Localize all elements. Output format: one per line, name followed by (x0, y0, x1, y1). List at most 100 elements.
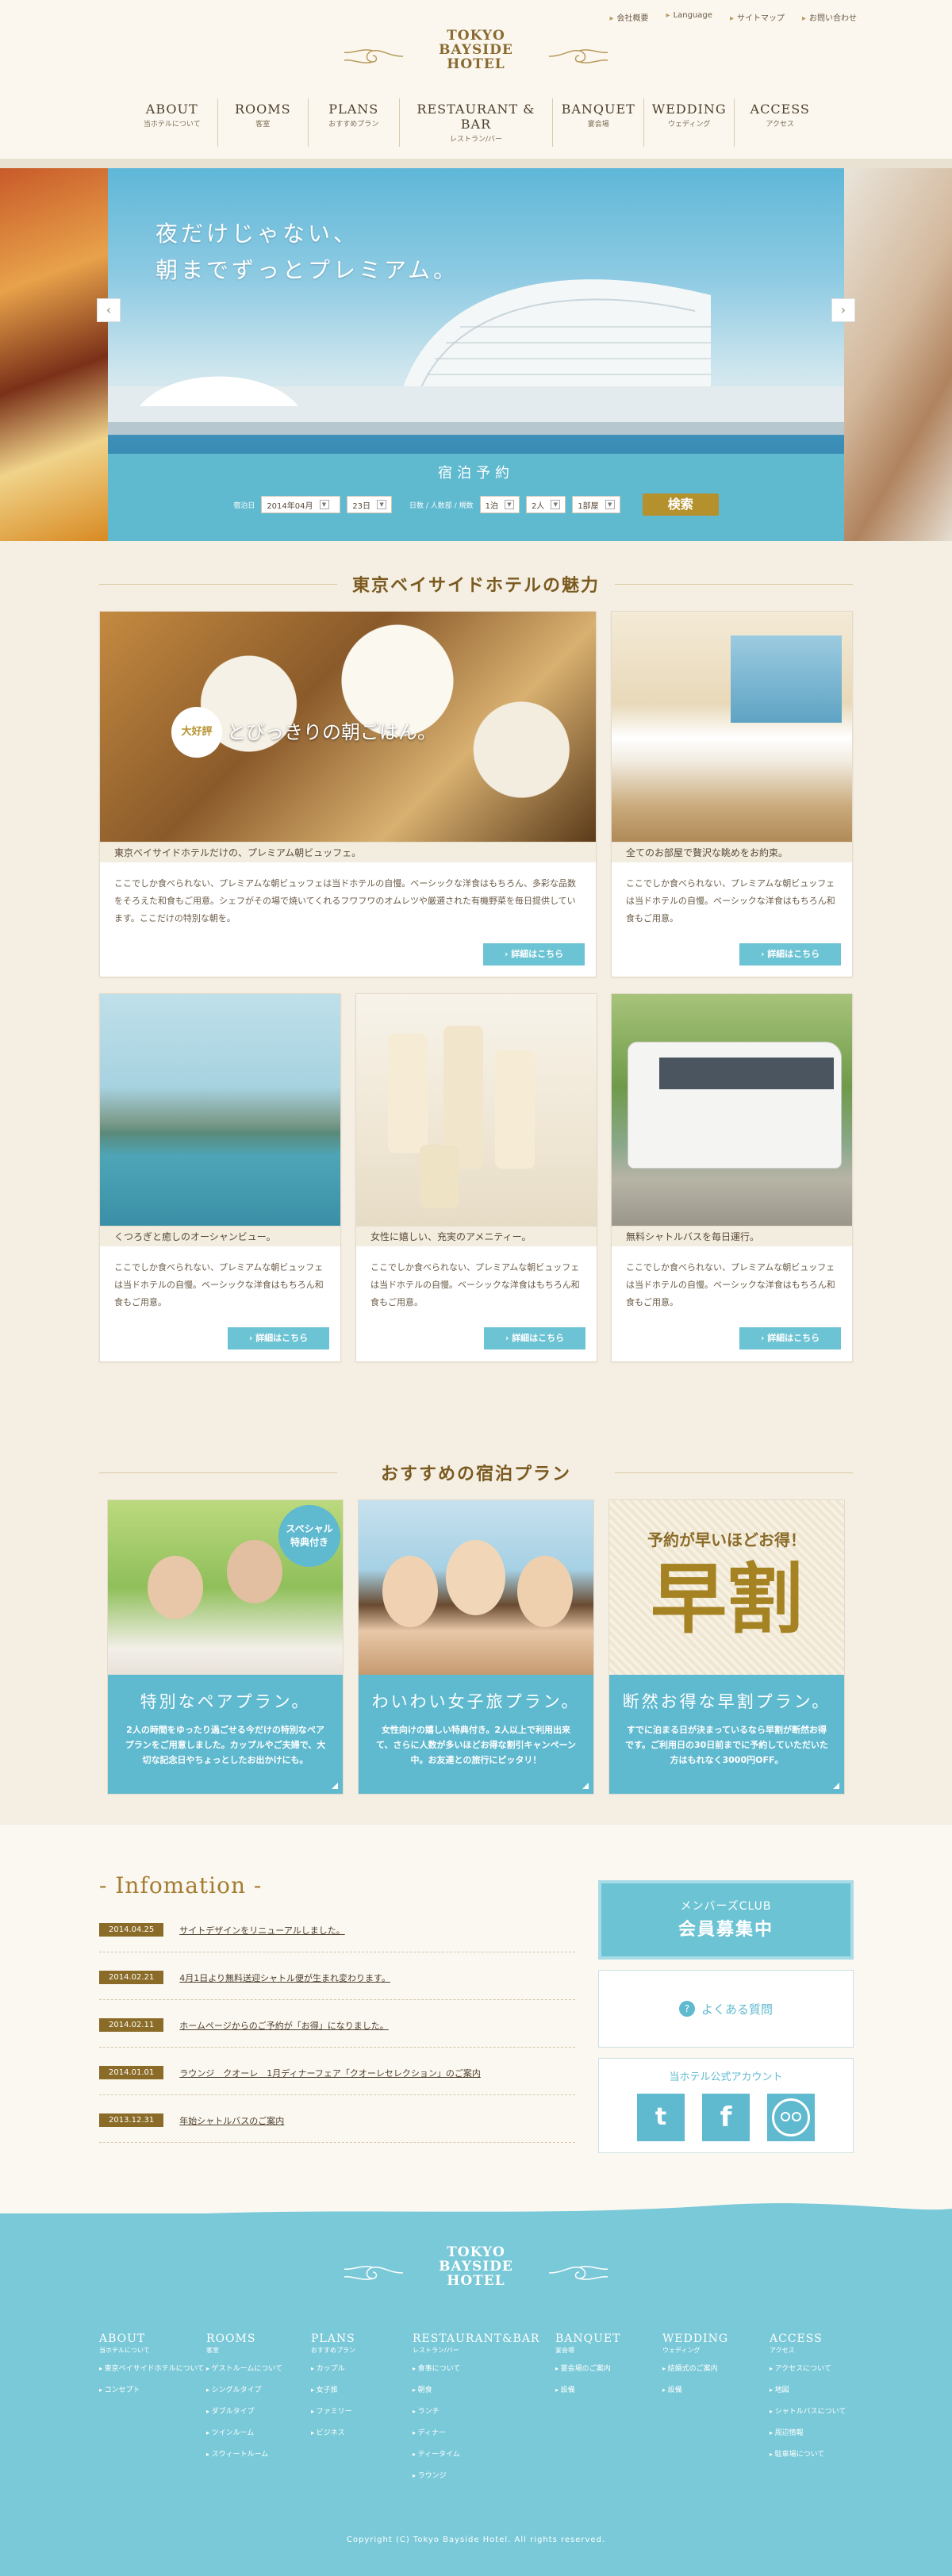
footer-col-heading[interactable]: BANQUET (555, 2332, 620, 2345)
footer-link[interactable]: ツインルーム (206, 2427, 282, 2437)
news-title[interactable]: 4月1日より無料送迎シャトル便が生まれ変わります。 (179, 1971, 390, 1984)
footer-col-restaurant: RESTAURANT&BAR レストラン/バー 食事について 朝食 ランチ ディナ… (413, 2332, 539, 2491)
footer-link[interactable]: スウィートルーム (206, 2448, 282, 2459)
footer-col-plans: PLANS おすすめプラン カップル 女子旅 ファミリー ビジネス (311, 2332, 355, 2448)
feature-card-amenity: 女性に嬉しい、充実のアメニティー。 ここでしか食べられない、プレミアムな朝ビュッ… (355, 993, 597, 1362)
footer-link[interactable]: 周辺情報 (770, 2427, 846, 2437)
footer-col-subheading: 宴会場 (555, 2347, 574, 2354)
news-title[interactable]: 年始シャトルバスのご案内 (179, 2114, 284, 2127)
top-link-company[interactable]: ▸ 会社概要 (610, 11, 649, 23)
members-club-banner[interactable]: メンバーズCLUB 会員募集中 (598, 1880, 854, 1960)
news-item[interactable]: 2013.12.31 年始シャトルバスのご案内 (99, 2098, 575, 2143)
news-item[interactable]: 2014.02.11 ホームページからのご予約が「お得」になりました。 (99, 2003, 575, 2048)
people-select[interactable]: 2人 ▼ (525, 496, 566, 513)
chevron-right-icon[interactable]: › (831, 298, 855, 322)
footer-link[interactable]: 地図 (770, 2384, 846, 2394)
chevron-down-icon: ▼ (504, 500, 514, 509)
plan-girls-trip[interactable]: わいわい女子旅プラン。 女性向けの嬉しい特典付き。2人以上で利用出来て、さらに人… (358, 1499, 594, 1795)
footer-col-heading[interactable]: RESTAURANT&BAR (413, 2332, 539, 2345)
news-item[interactable]: 2014.04.25 サイトデザインをリニューアルしました。 (99, 1908, 575, 1952)
footer-link[interactable]: 宴会場のご案内 (555, 2363, 620, 2373)
footer-col-heading[interactable]: ABOUT (99, 2332, 204, 2345)
footer-logo[interactable]: TOKYO BAYSIDE HOTEL (341, 2245, 611, 2288)
day-select[interactable]: 23日 ▼ (347, 496, 393, 513)
nav-restaurant[interactable]: RESTAURANT & BAR レストラン/バー (398, 98, 553, 147)
footer-col-subheading: ウェディング (662, 2347, 701, 2354)
footer-col-heading[interactable]: ROOMS (206, 2332, 282, 2345)
rooms-select[interactable]: 1部屋 ▼ (572, 496, 620, 513)
details-button[interactable]: 詳細はこちら (483, 943, 585, 966)
nav-label: ABOUT (145, 102, 198, 117)
tripadvisor-icon[interactable] (767, 2094, 815, 2141)
hotel-logo[interactable]: TOKYO BAYSIDE HOTEL (341, 29, 611, 84)
card-text: ここでしか食べられない、プレミアムな朝ビュッフェは当ドホテルの自慢。ベーシックな… (626, 1262, 835, 1307)
nav-about[interactable]: ABOUT 当ホテルについて (127, 98, 217, 147)
footer-link[interactable]: 女子旅 (311, 2384, 355, 2394)
nav-banquet[interactable]: BANQUET 宴会場 (552, 98, 643, 147)
footer-link[interactable]: ラウンジ (413, 2470, 539, 2480)
girls-photo (359, 1500, 593, 1675)
footer-link[interactable]: ゲストルームについて (206, 2363, 282, 2373)
news-date: 2013.12.31 (99, 2113, 164, 2127)
nav-label: PLANS (328, 102, 379, 117)
ornament-left-icon (344, 2266, 404, 2280)
month-select[interactable]: 2014年04月 ▼ (261, 496, 341, 513)
checkin-label: 宿泊日 (233, 501, 255, 510)
ornament-right-icon (548, 2266, 608, 2280)
details-button[interactable]: 詳細はこちら (484, 1327, 585, 1349)
top-links: ▸ 会社概要 ▸ Language ▸ サイトマップ ▸ お問い合わせ (610, 11, 857, 23)
card-text: ここでしか食べられない、プレミアムな朝ビュッフェは当ドホテルの自慢。ベーシックな… (114, 1262, 324, 1307)
corner-arrow-icon (332, 1783, 338, 1789)
facebook-icon[interactable]: f (702, 2094, 750, 2141)
footer-link[interactable]: 結婚式のご案内 (662, 2363, 728, 2373)
footer-link[interactable]: カップル (311, 2363, 355, 2373)
footer-link[interactable]: ビジネス (311, 2427, 355, 2437)
footer-link[interactable]: ランチ (413, 2405, 539, 2416)
news-item[interactable]: 2014.02.21 4月1日より無料送迎シャトル便が生まれ変わります。 (99, 1956, 575, 2000)
news-title[interactable]: サイトデザインをリニューアルしました。 (179, 1924, 344, 1937)
footer-link[interactable]: 設備 (555, 2384, 620, 2394)
footer-link[interactable]: 東京ベイサイドホテルについて (99, 2363, 205, 2373)
chevron-left-icon[interactable]: ‹ (97, 298, 121, 322)
nav-wedding[interactable]: WEDDING ウェディング (643, 98, 735, 147)
plan-pair[interactable]: スペシャル 特典付き 特別なペアプラン。 2人の時間をゆったり過ごせる今だけの特別… (107, 1499, 344, 1795)
nav-plans[interactable]: PLANS おすすめプラン (308, 98, 399, 147)
footer-link[interactable]: シングルタイプ (206, 2384, 282, 2394)
site-header: ▸ 会社概要 ▸ Language ▸ サイトマップ ▸ お問い合わせ TOKYO BA… (0, 0, 952, 159)
details-button[interactable]: 詳細はこちら (228, 1327, 329, 1349)
top-link-sitemap[interactable]: ▸ サイトマップ (730, 11, 785, 23)
footer-link[interactable]: ダブルタイプ (206, 2405, 282, 2416)
footer-col-heading[interactable]: PLANS (311, 2332, 355, 2345)
footer-col-heading[interactable]: ACCESS (770, 2332, 846, 2345)
footer-col-heading[interactable]: WEDDING (662, 2332, 728, 2345)
footer-link[interactable]: 設備 (662, 2384, 728, 2394)
slide-prev-image (0, 168, 108, 541)
footer-col-subheading: おすすめプラン (311, 2347, 355, 2354)
details-button[interactable]: 詳細はこちら (739, 943, 841, 966)
news-item[interactable]: 2014.01.01 ラウンジ クオーレ 1月ディナーフェア「クオーレセレクション… (99, 2051, 575, 2095)
twitter-icon[interactable]: t (637, 2094, 685, 2141)
top-link-contact[interactable]: ▸ お問い合わせ (802, 11, 857, 23)
nav-access[interactable]: ACCESS アクセス (734, 98, 825, 147)
footer-link[interactable]: コンセプト (99, 2384, 204, 2394)
nav-label: ROOMS (234, 102, 291, 117)
footer-link[interactable]: ティータイム (413, 2448, 539, 2459)
plan-early-bird[interactable]: 予約が早いほどお得！ 早割 断然お得な早割プラン。 すでに泊まる日が決まっている… (608, 1499, 845, 1795)
news-title[interactable]: ホームページからのご予約が「お得」になりました。 (179, 2019, 388, 2032)
top-link-language[interactable]: ▸ Language (666, 11, 712, 23)
footer-link[interactable]: 駐車場について (770, 2448, 846, 2459)
corner-arrow-icon (833, 1783, 839, 1789)
footer-link[interactable]: ファミリー (311, 2405, 355, 2416)
footer-link[interactable]: アクセスについて (770, 2363, 846, 2373)
news-title[interactable]: ラウンジ クオーレ 1月ディナーフェア「クオーレセレクション」のご案内 (179, 2067, 481, 2079)
nights-select[interactable]: 1泊 ▼ (479, 496, 520, 513)
search-button[interactable]: 検索 (642, 493, 719, 516)
footer-col-wedding: WEDDING ウェディング 結婚式のご案内 設備 (662, 2332, 728, 2405)
nav-rooms[interactable]: ROOMS 客室 (217, 98, 309, 147)
details-button[interactable]: 詳細はこちら (739, 1327, 841, 1349)
footer-link[interactable]: 食事について (413, 2363, 539, 2373)
footer-link[interactable]: ディナー (413, 2427, 539, 2437)
footer-link[interactable]: シャトルバスについて (770, 2405, 846, 2416)
footer-link[interactable]: 朝食 (413, 2384, 539, 2394)
faq-link[interactable]: ? よくある質問 (598, 1970, 854, 2048)
